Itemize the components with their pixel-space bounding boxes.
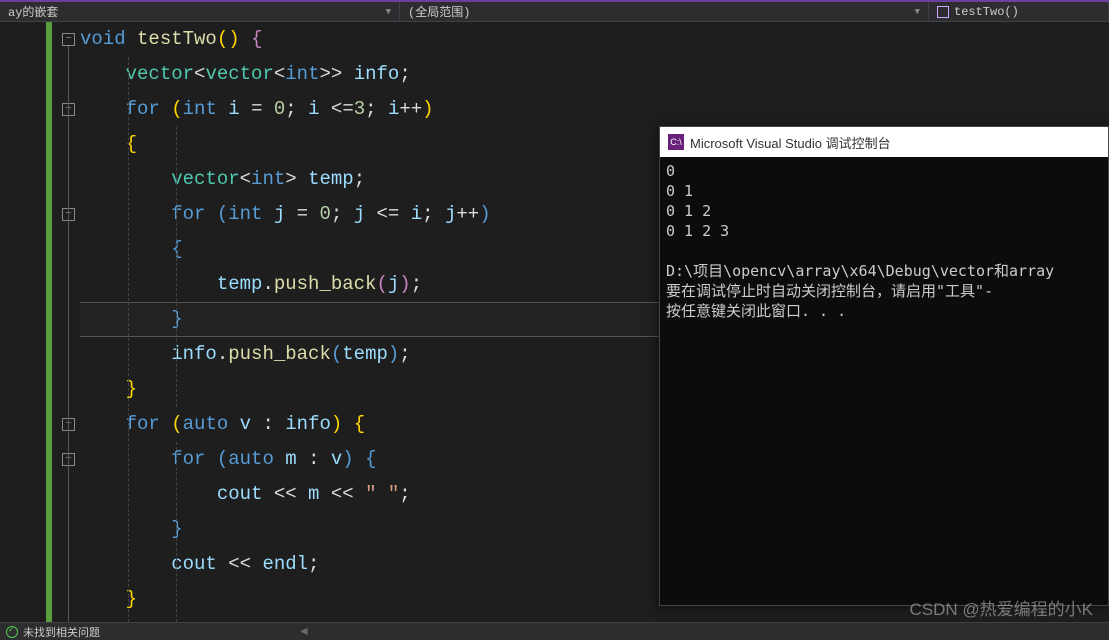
indent-guide [128, 57, 129, 622]
breadcrumb-bar: ay的嵌套 ▼ (全局范围) ▼ testTwo() [0, 0, 1109, 22]
code-line: void testTwo() { [80, 22, 1109, 57]
watermark: CSDN @热爱编程的小K [910, 595, 1094, 620]
console-line: 要在调试停止时自动关闭控制台，请启用"工具"- [666, 282, 993, 300]
status-text: 未找到相关问题 [23, 624, 100, 640]
status-ok-icon [6, 626, 18, 638]
console-output[interactable]: 0 0 1 0 1 2 0 1 2 3 D:\项目\opencv\array\x… [660, 157, 1108, 325]
scroll-left-icon[interactable]: ◀ [300, 626, 308, 637]
console-line: 按任意键关闭此窗口. . . [666, 302, 846, 320]
console-line: D:\项目\opencv\array\x64\Debug\vector和arra… [666, 262, 1054, 280]
debug-console-window[interactable]: C:\ Microsoft Visual Studio 调试控制台 0 0 1 … [659, 126, 1109, 606]
fold-guide [68, 46, 69, 622]
chevron-down-icon: ▼ [386, 7, 391, 17]
console-line: 0 1 2 [666, 202, 711, 220]
change-indicator [46, 22, 52, 622]
breadcrumb-function[interactable]: testTwo() [929, 2, 1109, 21]
editor-gutter [0, 22, 46, 622]
indent-guide [176, 442, 177, 622]
console-line: 0 [666, 162, 675, 180]
breadcrumb-file-label: ay的嵌套 [8, 3, 58, 20]
console-app-icon: C:\ [668, 134, 684, 150]
indent-guide [176, 127, 177, 407]
console-title: Microsoft Visual Studio 调试控制台 [690, 133, 891, 152]
method-icon [937, 6, 949, 18]
console-titlebar[interactable]: C:\ Microsoft Visual Studio 调试控制台 [660, 127, 1108, 157]
breadcrumb-function-label: testTwo() [954, 5, 1019, 19]
breadcrumb-file[interactable]: ay的嵌套 ▼ [0, 2, 400, 21]
breadcrumb-scope-label: (全局范围) [408, 3, 470, 20]
console-line: 0 1 2 3 [666, 222, 729, 240]
code-line: vector<vector<int>> info; [80, 57, 1109, 92]
breadcrumb-scope[interactable]: (全局范围) ▼ [400, 2, 929, 21]
chevron-down-icon: ▼ [915, 7, 920, 17]
fold-toggle[interactable] [62, 33, 75, 46]
console-line: 0 1 [666, 182, 693, 200]
status-bar: 未找到相关问题 ◀ [0, 622, 1109, 640]
code-line: for (int i = 0; i <=3; i++) [80, 92, 1109, 127]
